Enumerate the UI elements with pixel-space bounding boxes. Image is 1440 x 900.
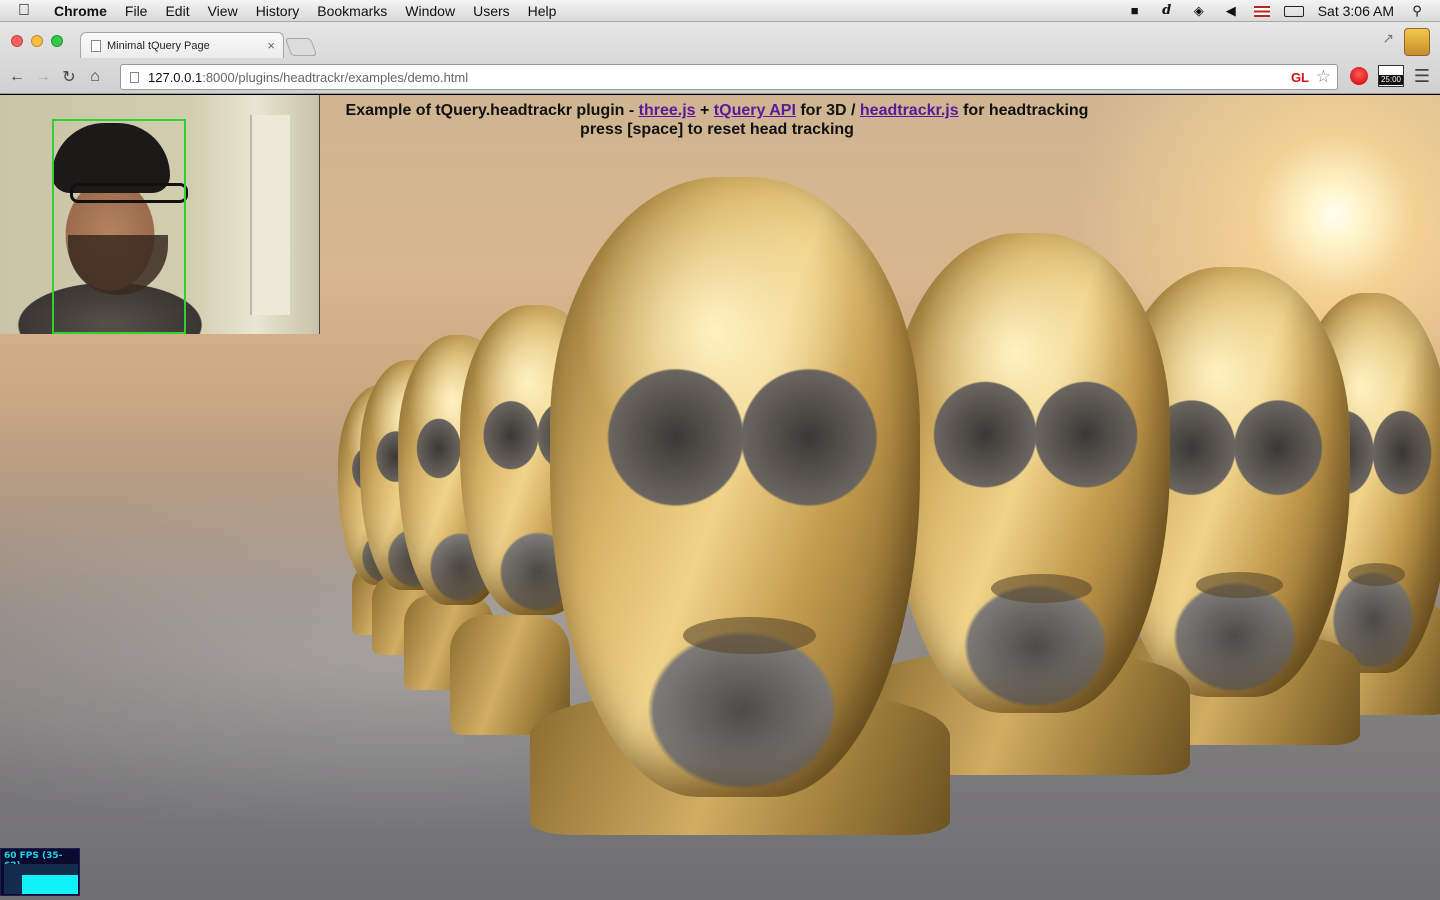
address-bar[interactable]: 127.0.0.1 :8000/plugins/headtrackr/examp… [120, 64, 1338, 90]
page-icon [91, 39, 101, 52]
browser-frame: Minimal tQuery Page × ↗ ← → ↻ ⌂ 127.0.0.… [0, 22, 1440, 94]
sculpture-mouth [990, 573, 1092, 603]
sculpture-mouth [1347, 562, 1406, 586]
tab-title: Minimal tQuery Page [107, 39, 210, 52]
page-icon [130, 71, 139, 83]
battery-icon[interactable] [1283, 5, 1304, 17]
head-sculpture [890, 233, 1170, 713]
close-tab-icon[interactable]: × [267, 38, 275, 53]
sculpture-mouth [683, 617, 817, 655]
menu-file[interactable]: File [125, 3, 148, 19]
heading-instruction: press [space] to reset head tracking [580, 121, 854, 138]
webcam-background-door [250, 115, 290, 315]
browser-toolbar: ← → ↻ ⌂ 127.0.0.1 :8000/plugins/headtrac… [0, 62, 1440, 92]
chrome-menu-icon[interactable]: ☰ [1414, 66, 1430, 87]
close-window-button[interactable] [11, 35, 23, 47]
timer-label: 25:00 [1379, 75, 1403, 85]
page-heading: Example of tQuery.headtrackr plugin - th… [320, 101, 1114, 139]
heading-plus: + [695, 102, 714, 119]
menu-edit[interactable]: Edit [165, 3, 189, 19]
menu-bookmarks[interactable]: Bookmarks [317, 3, 387, 19]
home-button[interactable]: ⌂ [82, 68, 108, 86]
heading-for-3d: for 3D / [795, 102, 860, 119]
menu-view[interactable]: View [208, 3, 238, 19]
tquery-api-link[interactable]: tQuery API [714, 102, 796, 119]
fps-graph [4, 864, 78, 894]
url-path: :8000/plugins/headtrackr/examples/demo.h… [202, 69, 469, 85]
browser-tab[interactable]: Minimal tQuery Page × [80, 32, 284, 58]
heading-for-headtracking: for headtracking [958, 102, 1089, 119]
forward-button[interactable]: → [30, 68, 56, 86]
webgl-badge[interactable]: GL [1291, 70, 1309, 85]
minimize-window-button[interactable] [31, 35, 43, 47]
back-button[interactable]: ← [4, 68, 30, 86]
volume-icon[interactable]: ◀ [1222, 4, 1240, 18]
webcam-preview [0, 95, 320, 334]
menu-help[interactable]: Help [528, 3, 557, 19]
extension-opera-icon[interactable] [1350, 67, 1368, 85]
threejs-link[interactable]: three.js [639, 102, 696, 119]
extension-timer-icon[interactable]: 25:00 [1378, 65, 1404, 87]
headtrackr-link[interactable]: headtrackr.js [860, 102, 959, 119]
menu-window[interactable]: Window [405, 3, 455, 19]
sculpture-mouth [1196, 572, 1283, 599]
macos-menubar:  Chrome File Edit View History Bookmark… [0, 0, 1440, 22]
fps-stats-panel[interactable]: 60 FPS (35-62) [0, 848, 80, 896]
profile-avatar[interactable] [1404, 28, 1430, 56]
video-camera-icon[interactable]: ■ [1126, 4, 1144, 18]
new-tab-button[interactable] [284, 38, 318, 56]
heading-line-1: Example of tQuery.headtrackr plugin - th… [320, 101, 1114, 120]
dictionary-icon[interactable]: d [1158, 4, 1176, 18]
reload-button[interactable]: ↻ [56, 67, 82, 87]
face-tracking-box [52, 119, 186, 334]
zoom-window-button[interactable] [51, 35, 63, 47]
bookmark-star-icon[interactable]: ☆ [1316, 67, 1331, 87]
apple-menu-icon[interactable]:  [18, 2, 38, 20]
fps-graph-fill [22, 875, 78, 894]
menubar-status-area: ■ d ◈ ◀ Sat 3:06 AM ⚲ [1126, 0, 1426, 22]
menubar-clock[interactable]: Sat 3:06 AM [1318, 3, 1394, 19]
spotlight-search-icon[interactable]: ⚲ [1408, 4, 1426, 18]
window-controls [11, 35, 63, 47]
menu-app-name[interactable]: Chrome [54, 3, 107, 19]
webgl-scene[interactable]: Example of tQuery.headtrackr plugin - th… [0, 95, 1440, 900]
head-sculpture-front [550, 177, 920, 797]
heading-prefix: Example of tQuery.headtrackr plugin - [345, 102, 639, 119]
fullscreen-icon[interactable]: ↗ [1382, 30, 1394, 47]
url-host: 127.0.0.1 [148, 69, 203, 85]
wifi-icon[interactable]: ◈ [1190, 4, 1208, 18]
menu-users[interactable]: Users [473, 3, 510, 19]
us-flag-icon[interactable] [1253, 5, 1270, 17]
menu-history[interactable]: History [256, 3, 300, 19]
